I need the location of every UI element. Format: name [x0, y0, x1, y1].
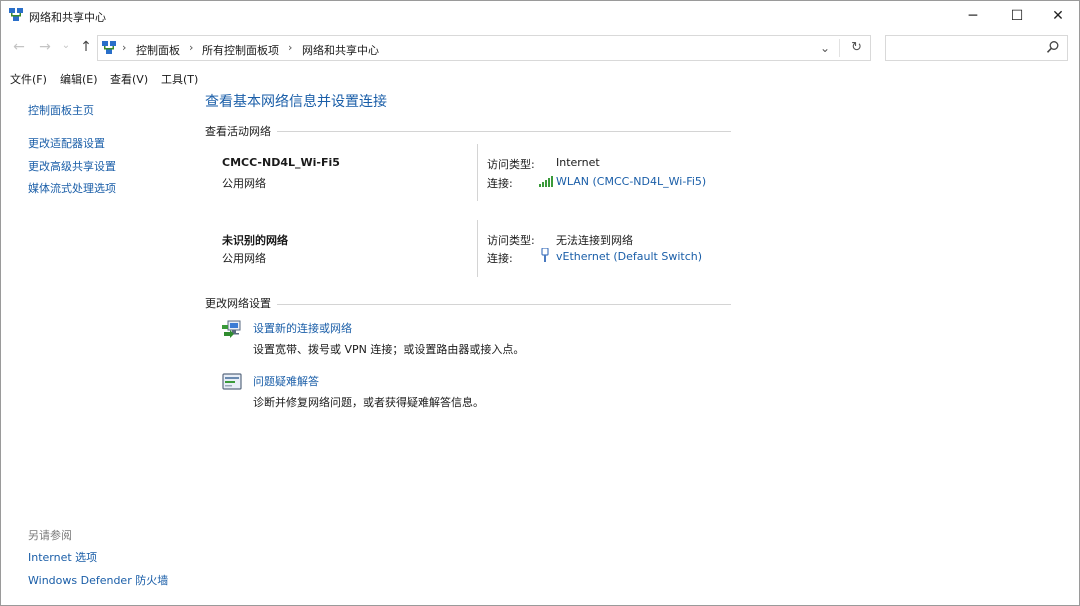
access-type-value: 无法连接到网络 — [556, 234, 633, 247]
change-settings-heading: 更改网络设置 — [205, 297, 271, 310]
task-new-connection-link[interactable]: 设置新的连接或网络 — [253, 320, 352, 336]
page-title: 查看基本网络信息并设置连接 — [205, 94, 387, 110]
network-divider — [477, 144, 478, 201]
maximize-button[interactable]: ☐ — [995, 1, 1039, 31]
see-also-windows-firewall[interactable]: Windows Defender 防火墙 — [28, 572, 168, 588]
sidebar-item-advanced-sharing[interactable]: 更改高级共享设置 — [28, 158, 116, 174]
maximize-icon: ☐ — [1010, 8, 1024, 24]
minimize-icon: ─ — [968, 8, 978, 24]
up-button[interactable]: ↑ — [77, 39, 95, 55]
menu-view[interactable]: 查看(V) — [110, 71, 148, 87]
connection-link-wlan[interactable]: WLAN (CMCC-ND4L_Wi-Fi5) — [556, 175, 706, 188]
refresh-icon[interactable]: ↻ — [851, 40, 862, 55]
see-also-internet-options[interactable]: Internet 选项 — [28, 549, 97, 565]
section-divider — [277, 131, 731, 132]
see-also-heading: 另请参阅 — [28, 529, 72, 542]
ethernet-plug-icon — [541, 248, 549, 262]
breadcrumb-all-items[interactable]: 所有控制面板项 — [202, 42, 279, 58]
new-connection-icon — [222, 320, 241, 338]
address-bar[interactable]: › 控制面板 › 所有控制面板项 › 网络和共享中心 ⌄ ↻ — [97, 35, 871, 61]
recent-locations-button[interactable]: ⌄ — [57, 40, 75, 51]
task-new-connection-desc: 设置宽带、拨号或 VPN 连接；或设置路由器或接入点。 — [253, 343, 525, 356]
network-name: CMCC-ND4L_Wi-Fi5 — [222, 156, 340, 169]
menu-file[interactable]: 文件(F) — [10, 71, 47, 87]
wifi-signal-icon — [539, 176, 553, 187]
forward-button[interactable]: → — [36, 39, 54, 55]
breadcrumb-control-panel[interactable]: 控制面板 — [136, 42, 180, 58]
sidebar-item-home[interactable]: 控制面板主页 — [28, 102, 94, 118]
task-troubleshoot-link[interactable]: 问题疑难解答 — [253, 373, 319, 389]
search-box[interactable] — [885, 35, 1068, 61]
section-divider — [277, 304, 731, 305]
breadcrumb-separator: › — [288, 41, 293, 54]
close-icon: ✕ — [1052, 8, 1064, 24]
task-troubleshoot-desc: 诊断并修复网络问题，或者获得疑难解答信息。 — [253, 396, 484, 409]
back-button[interactable]: ← — [10, 39, 28, 55]
network-category: 公用网络 — [222, 252, 266, 265]
address-divider — [839, 39, 840, 57]
breadcrumb-network-center[interactable]: 网络和共享中心 — [302, 42, 379, 58]
access-type-value: Internet — [556, 156, 600, 169]
close-button[interactable]: ✕ — [1036, 1, 1080, 31]
access-type-label: 访问类型: — [487, 158, 535, 171]
window: 网络和共享中心 ─ ☐ ✕ ← → ⌄ ↑ › 控制面板 › 所有控制面板项 ›… — [0, 0, 1080, 606]
network-category: 公用网络 — [222, 177, 266, 190]
connection-label: 连接: — [487, 252, 513, 265]
navigation-bar: ← → ⌄ ↑ › 控制面板 › 所有控制面板项 › 网络和共享中心 ⌄ ↻ — [1, 33, 1079, 63]
search-icon[interactable] — [1046, 40, 1060, 54]
window-title: 网络和共享中心 — [29, 11, 106, 24]
access-type-label: 访问类型: — [487, 234, 535, 247]
breadcrumb-separator: › — [189, 41, 194, 54]
menu-tools[interactable]: 工具(T) — [161, 71, 198, 87]
network-name: 未识别的网络 — [222, 234, 288, 247]
network-divider — [477, 220, 478, 277]
active-networks-heading: 查看活动网络 — [205, 125, 271, 138]
menu-edit[interactable]: 编辑(E) — [60, 71, 98, 87]
address-dropdown-icon[interactable]: ⌄ — [820, 41, 830, 55]
search-input[interactable] — [890, 39, 1044, 59]
network-center-icon — [102, 41, 116, 54]
connection-label: 连接: — [487, 177, 513, 190]
connection-link-vethernet[interactable]: vEthernet (Default Switch) — [556, 250, 702, 263]
title-bar: 网络和共享中心 ─ ☐ ✕ — [1, 1, 1079, 31]
minimize-button[interactable]: ─ — [951, 1, 995, 31]
breadcrumb-separator: › — [122, 41, 127, 54]
troubleshoot-icon — [222, 373, 242, 390]
sidebar-item-media-streaming[interactable]: 媒体流式处理选项 — [28, 180, 116, 196]
network-center-icon — [9, 8, 23, 21]
sidebar-item-adapter-settings[interactable]: 更改适配器设置 — [28, 135, 105, 151]
